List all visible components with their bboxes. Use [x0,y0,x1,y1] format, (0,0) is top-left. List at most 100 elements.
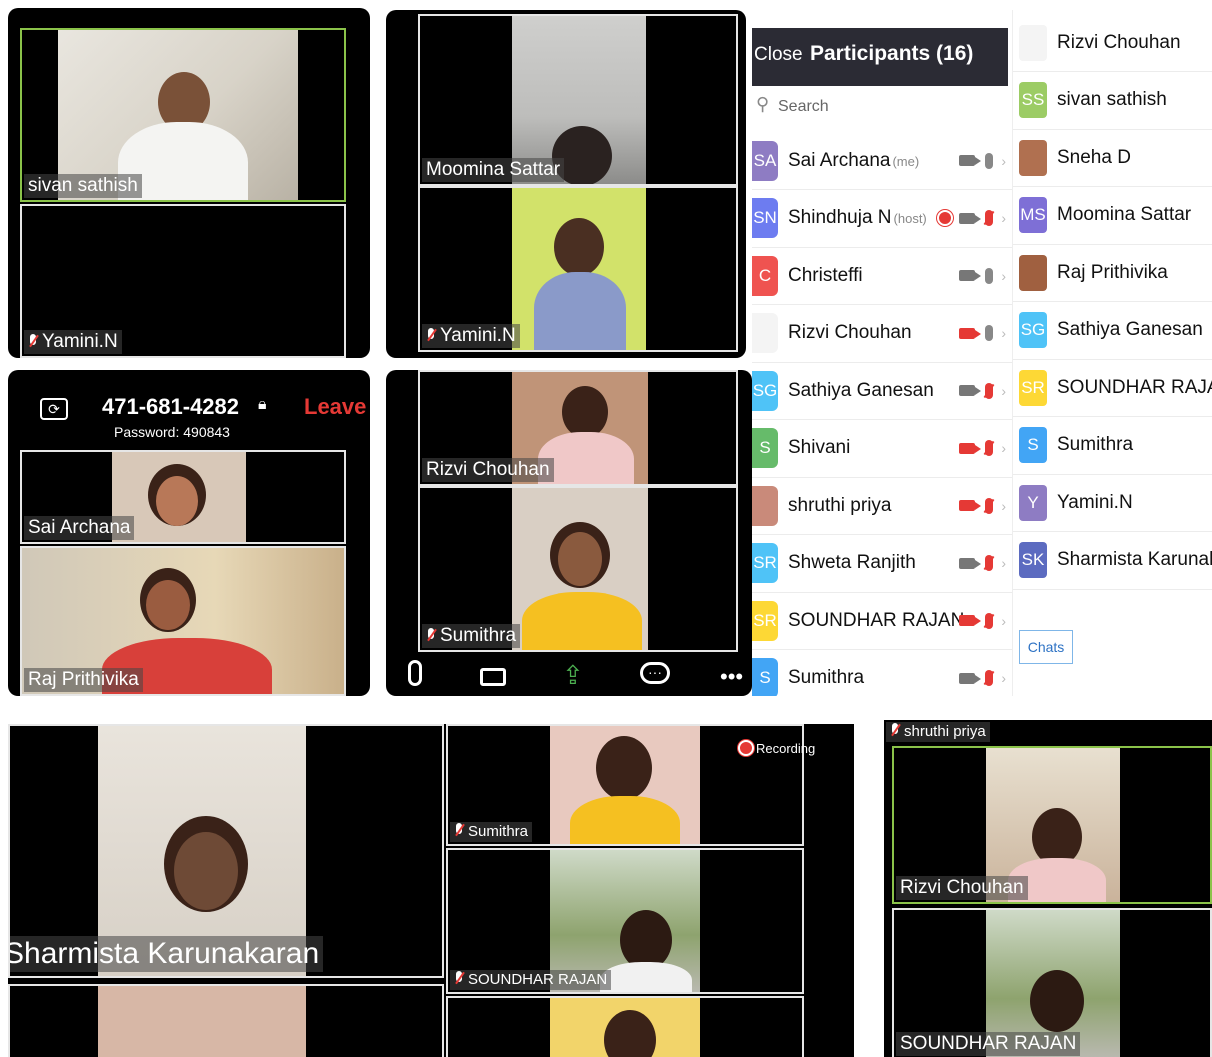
participant-name-label: Rizvi Chouhan [896,876,1028,900]
close-button[interactable]: Close [754,44,803,66]
participant-row[interactable]: C Christeffi › [752,247,1012,305]
participant-row[interactable]: SK Sharmista Karunaka... [1013,532,1212,590]
video-tile-soundhar-rajan[interactable]: SOUNDHAR RAJAN [446,848,804,994]
participant-status-icons: › [959,325,1006,341]
leave-button[interactable]: Leave [304,394,366,420]
recording-icon [937,210,954,226]
muted-mic-icon [426,628,436,642]
microphone-icon [985,267,994,284]
participant-row[interactable]: Y Yamini.N [1013,474,1212,532]
chevron-right-icon[interactable]: › [1001,555,1006,571]
participant-status-icons: › [959,497,1006,514]
muted-mic-icon [426,328,436,342]
chevron-right-icon[interactable]: › [1001,498,1006,514]
chevron-right-icon[interactable]: › [1001,325,1006,341]
participant-name-label: Yamini.N [422,324,520,348]
search-input[interactable]: Search [778,98,829,116]
video-tile-sivan-sathish[interactable]: sivan sathish [20,28,346,202]
participant-name: Sathiya Ganesan [788,379,934,401]
microphone-icon [985,555,994,571]
participant-name: Yamini.N [1057,491,1133,513]
participant-row[interactable]: SR Shweta Ranjith › [752,535,1012,593]
chats-button[interactable]: Chats [1019,630,1073,664]
chevron-right-icon[interactable]: › [1001,153,1006,169]
video-tile-blank-2[interactable] [446,996,804,1057]
participant-name-label: SOUNDHAR RAJAN [450,970,612,990]
chevron-right-icon[interactable]: › [1001,670,1006,686]
participant-row[interactable]: SG Sathiya Ganesan › [752,362,1012,420]
video-camera-icon[interactable] [480,668,506,686]
video-tile-rizvi-chouhan[interactable]: Rizvi Chouhan [418,370,738,486]
video-tile-sharmista-karunakaran[interactable]: Sharmista Karunakaran [8,724,444,978]
participant-row[interactable]: shruthi priya › [752,477,1012,535]
participant-row[interactable]: SN Shindhuja N (host) › [752,190,1012,248]
participant-row[interactable]: S Sumithra [1013,417,1212,475]
video-tile-moomina-sattar[interactable]: Moomina Sattar [418,14,738,186]
screenshot-5: Sharmista Karunakaran Sumithra Recording… [8,724,854,1057]
participant-row[interactable]: SG Sathiya Ganesan [1013,302,1212,360]
participant-name: Shivani [788,437,851,458]
chevron-right-icon[interactable]: › [1001,268,1006,284]
screenshot-3: ⟳ 471-681-4282 🔒︎ Leave Password: 490843… [8,370,370,696]
participant-status-icons: › [959,555,1006,571]
participant-name-label: Raj Prithivika [24,668,143,692]
microphone-icon[interactable] [408,660,422,686]
participant-row[interactable]: SR SOUNDHAR RAJAN [1013,359,1212,417]
participant-avatar: SK [1019,542,1047,578]
muted-mic-icon [28,334,38,348]
share-screen-icon[interactable]: ⇪ [562,660,584,690]
participant-name: Christeffi [788,264,863,286]
participant-avatar: SR [752,543,778,583]
chevron-right-icon[interactable]: › [1001,210,1006,226]
chats-label: Chats [1027,639,1065,655]
camera-icon [959,270,982,281]
participant-avatar: Y [1019,484,1047,521]
switch-camera-icon[interactable]: ⟳ [40,398,68,420]
participant-row[interactable]: SA Sai Archana (me) › [752,132,1012,190]
participant-name: shruthi priya [788,494,892,516]
camera-icon [959,557,982,569]
video-tile-yamini[interactable]: Yamini.N [20,204,346,358]
video-tile-rizvi-chouhan[interactable]: Rizvi Chouhan [892,746,1212,904]
more-icon[interactable]: ••• [720,662,743,692]
participant-row[interactable]: SR SOUNDHAR RAJAN › [752,592,1012,650]
participant-row[interactable]: SS sivan sathish [1013,72,1212,130]
participant-name: Raj Prithivika [1057,261,1168,283]
participant-avatar: SR [1019,369,1047,406]
chevron-right-icon[interactable]: › [1001,383,1006,399]
lock-icon: 🔒︎ [258,396,267,413]
participants-panel: Close Participants (16) ⚲ Search SA Sai A… [752,10,1012,696]
participant-name-label: SOUNDHAR RAJAN [896,1032,1081,1056]
participant-avatar: S [752,658,778,696]
chevron-right-icon[interactable]: › [1001,613,1006,629]
participant-status-icons: › [959,670,1006,686]
participant-row[interactable]: Raj Prithivika [1013,244,1212,302]
participant-name: Sai Archana (me) [788,149,920,171]
participant-row[interactable]: Rizvi Chouhan [1013,14,1212,72]
participant-name: Sathiya Ganesan [1057,319,1203,340]
screenshot-2: Moomina Sattar Yamini.N [386,10,746,358]
participant-avatar [1019,24,1047,61]
video-tile-soundhar-rajan[interactable]: SOUNDHAR RAJAN [892,908,1212,1057]
participant-name: Sharmista Karunaka... [1057,549,1212,570]
participant-row[interactable]: MS Moomina Sattar [1013,187,1212,245]
video-tile-raj-prithivika[interactable]: Raj Prithivika [20,546,346,696]
video-tile-sumithra[interactable]: Sumithra [418,486,738,652]
muted-mic-icon [454,971,464,985]
video-tile-blank[interactable] [8,984,444,1057]
participant-row[interactable]: Sneha D [1013,129,1212,187]
participant-tag: (me) [892,153,920,169]
participant-row[interactable]: Rizvi Chouhan › [752,305,1012,363]
participant-avatar [752,313,778,353]
search-bar[interactable]: ⚲ Search [756,92,1006,122]
muted-mic-icon [454,823,464,837]
video-tile-yamini[interactable]: Yamini.N [418,186,738,352]
participant-row[interactable]: S Shivani › [752,420,1012,478]
participant-avatar: MS [1019,197,1047,233]
chat-icon[interactable]: ··· [640,662,670,684]
video-tile-sai-archana[interactable]: Sai Archana [20,450,346,544]
chevron-right-icon[interactable]: › [1001,440,1006,456]
participant-row[interactable]: S Sumithra › [752,650,1012,696]
meeting-password: Password: 490843 [114,424,230,440]
participant-avatar: SR [752,600,778,641]
